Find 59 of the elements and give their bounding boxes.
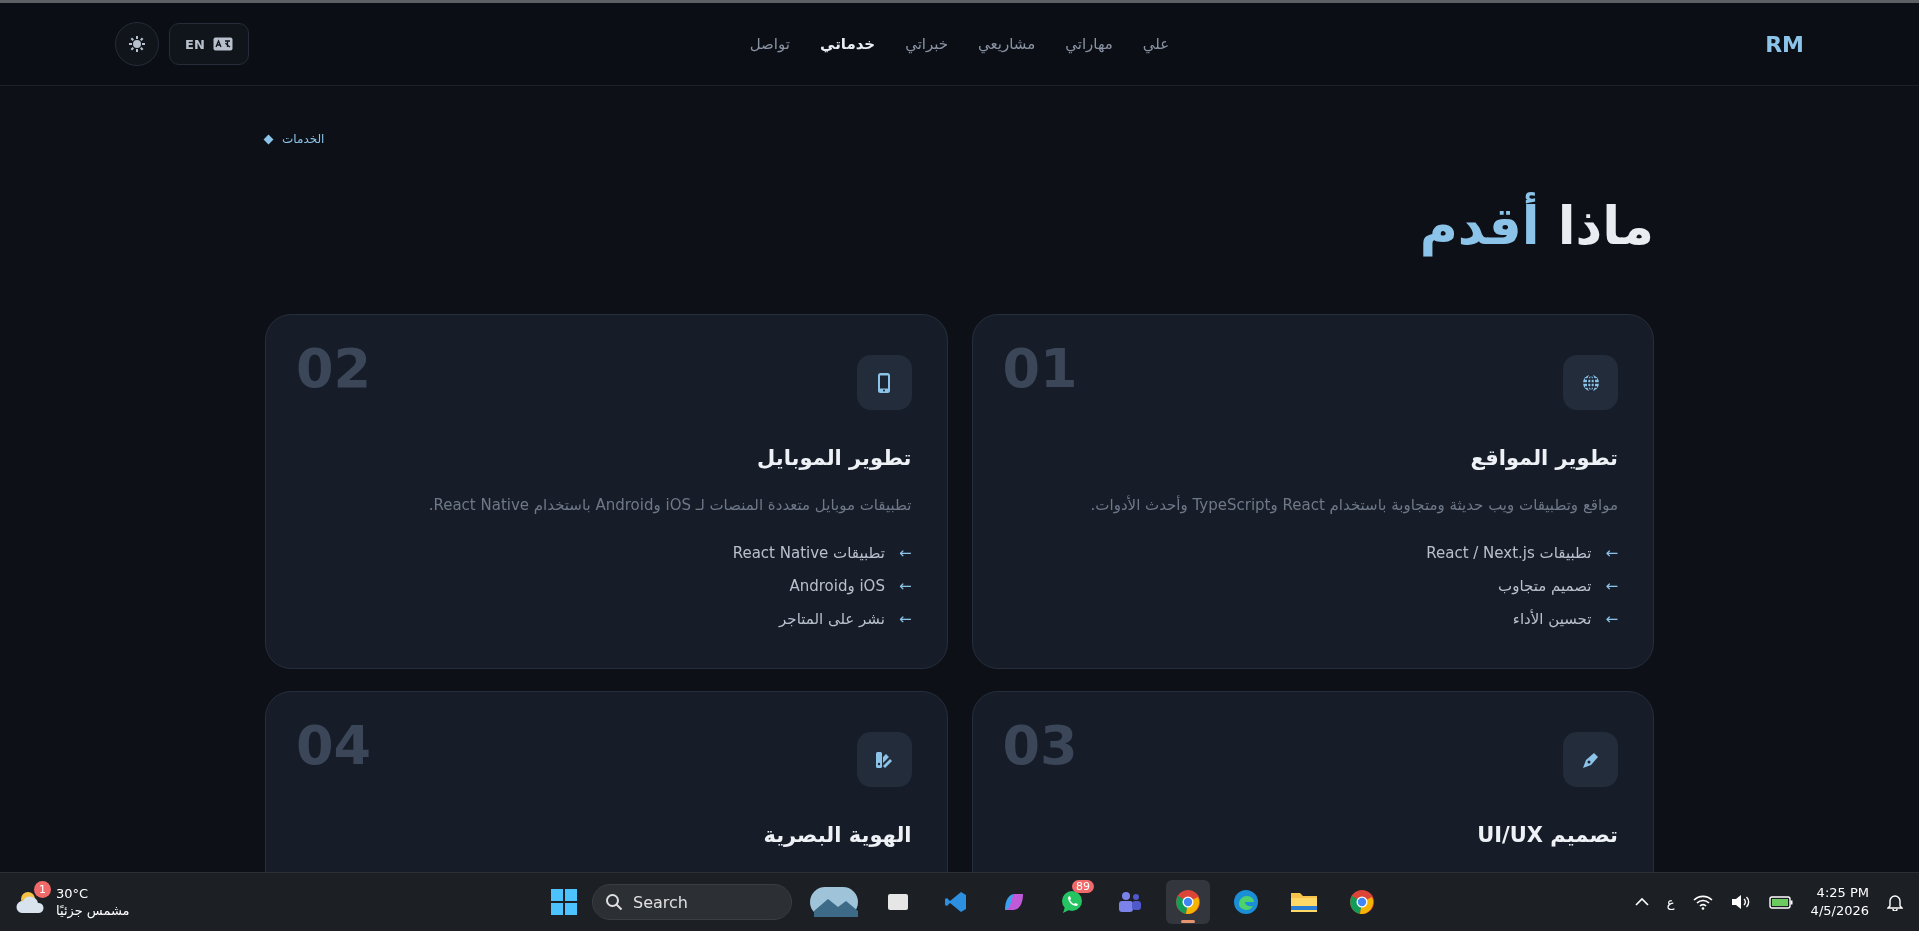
feature-text: تحسين الأداء [1512, 610, 1592, 628]
sun-icon [129, 36, 145, 52]
browser-icon[interactable] [1349, 889, 1375, 915]
temperature: 30°C [56, 885, 90, 902]
feature-text: iOS وAndroid [789, 577, 885, 595]
caret-icon[interactable] [1634, 897, 1649, 907]
logo[interactable]: RM [1654, 31, 1804, 57]
speaker-icon[interactable] [1730, 894, 1751, 910]
arrow-glyph: ← [898, 544, 912, 562]
nav-link[interactable]: مهاراتي [1065, 35, 1113, 53]
arrow-glyph: ← [898, 577, 912, 595]
breadcrumb: الخدمات [282, 132, 325, 146]
swirl-browser-icon[interactable] [1233, 889, 1259, 915]
card-description: مواقع وتطبيقات ويب حديثة ومتجاوبة باستخدام React وTypeScript وأحدث الأدوات. [1089, 496, 1618, 514]
translate-icon [212, 37, 233, 51]
card-title: الهوية البصرية [762, 823, 912, 847]
swatch-icon [874, 749, 894, 770]
arrow-glyph: ← [898, 610, 912, 628]
browser-icon[interactable] [1175, 889, 1201, 915]
taskbar-app[interactable] [1166, 880, 1210, 924]
arrow-glyph: ← [1605, 610, 1618, 628]
feature-text: تصميم متجاوب [1498, 577, 1592, 595]
notification-badge: 1 [34, 881, 51, 898]
card-title: تصميم UI/UX [1476, 823, 1618, 847]
theme-toggle-button[interactable] [115, 22, 159, 66]
wifi-icon[interactable] [1692, 894, 1713, 910]
keyboard-language[interactable]: ع [1666, 894, 1675, 910]
chat-bubble-icon[interactable] [1059, 889, 1085, 915]
battery-icon[interactable] [1768, 895, 1793, 909]
feature-text: تطبيقات React / Next.js [1426, 544, 1592, 562]
card-description: تطبيقات موبايل متعددة المنصات لـ iOS وAndroid باستخدام React Native. [427, 496, 912, 514]
window-icon[interactable] [887, 891, 909, 913]
language-button[interactable]: EN [169, 23, 249, 65]
arrow-glyph: ← [1605, 577, 1618, 595]
card-title: تطوير الموبايل [756, 446, 912, 470]
card-title: تطوير المواقع [1469, 446, 1618, 470]
nav-link[interactable]: تواصل [749, 35, 790, 53]
clock-date[interactable]: 4/5/2026 [1810, 902, 1869, 920]
search-icon [605, 893, 623, 911]
nav-link[interactable]: خدماتي [819, 35, 876, 53]
start-icon[interactable] [550, 888, 578, 916]
weather-condition: مشمس جزئيًا [56, 902, 130, 919]
code-editor-icon[interactable] [944, 890, 968, 914]
arrow-glyph: ← [1605, 544, 1618, 562]
people-icon[interactable] [1117, 890, 1143, 914]
nav-link[interactable]: مشاريعي [978, 35, 1036, 53]
folder-icon[interactable] [1290, 890, 1318, 914]
feature-text: نشر على المتاجر [779, 610, 885, 628]
clock-time[interactable]: 4:25 PM [1816, 884, 1869, 902]
nav-link[interactable]: خبراتي [905, 35, 949, 53]
search-placeholder: Search [633, 892, 688, 912]
feature-text: تطبيقات React Native [732, 544, 885, 562]
nav-link[interactable]: علي [1142, 35, 1170, 53]
search-field[interactable]: Search [592, 884, 792, 920]
globe-icon [1580, 372, 1601, 393]
notification-badge: 89 [1072, 880, 1094, 893]
landscape-thumbnail[interactable] [810, 887, 858, 917]
bell-icon[interactable] [1887, 893, 1903, 911]
phone-icon [877, 371, 891, 394]
